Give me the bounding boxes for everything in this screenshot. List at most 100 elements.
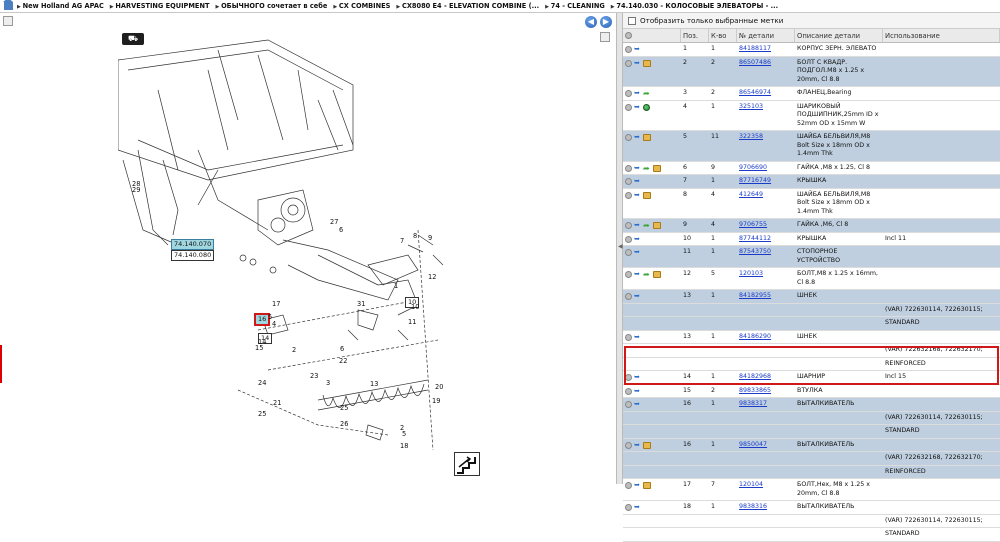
table-row[interactable]: ➥ 7 1 87716749 КРЫШКА	[623, 175, 1000, 189]
package-icon[interactable]	[653, 271, 661, 278]
table-row[interactable]: ➥ 4 1 325103 ШАРИКОВЫЙ ПОДШИПНИК,25mm ID x 5…	[623, 100, 1000, 131]
diagram-item-number[interactable]: 23	[310, 372, 318, 380]
add-to-cart-icon[interactable]: ➥	[634, 103, 641, 111]
diagram-item-number[interactable]: 10	[411, 303, 419, 311]
header-qty[interactable]: К-во	[709, 29, 737, 42]
diagram-item-number[interactable]: 8	[413, 232, 417, 240]
table-row[interactable]: ➥ ➦ 9 4 9706755 ГАЙКА ,M6, Cl 8	[623, 219, 1000, 233]
diagram-item-number[interactable]: 25	[258, 410, 266, 418]
collapse-icon[interactable]: ◀	[618, 243, 623, 250]
diagram-item-number[interactable]: 19	[432, 397, 440, 405]
info-icon[interactable]	[625, 293, 632, 300]
add-to-cart-icon[interactable]: ➥	[634, 178, 641, 185]
info-icon[interactable]	[625, 178, 632, 185]
package-icon[interactable]	[643, 59, 651, 67]
diagram-item-number[interactable]: 12	[428, 273, 436, 281]
info-icon[interactable]	[625, 191, 632, 199]
diagram-item-number[interactable]: 6	[339, 226, 343, 234]
add-to-cart-icon[interactable]: ➥	[634, 46, 641, 53]
info-icon[interactable]	[625, 271, 632, 278]
row-part-number[interactable]: 87744112	[737, 233, 795, 246]
row-part-number[interactable]: 9706690	[737, 162, 795, 175]
ref-callout[interactable]: 74.140.070	[171, 239, 215, 250]
add-to-cart-icon[interactable]: ➥	[634, 249, 641, 256]
table-row[interactable]: ➥ 13 1 84186290 ШНЕК	[623, 330, 1000, 344]
diagram-item-number[interactable]: 14	[258, 338, 266, 346]
diagram-item-number[interactable]: 2	[292, 346, 296, 354]
add-to-cart-icon[interactable]: ➥	[634, 387, 641, 395]
table-row[interactable]: ➥ 16 1 9850047 ВЫТАЛКИВАТЕЛЬ	[623, 438, 1000, 452]
package-icon[interactable]	[653, 164, 661, 172]
add-to-cart-icon[interactable]: ➥	[634, 401, 641, 408]
add-to-cart-icon[interactable]: ➥	[634, 59, 641, 67]
row-part-number[interactable]: 325103	[737, 101, 795, 131]
diagram-item-number[interactable]: 22	[339, 357, 347, 365]
row-part-number[interactable]: 84182955	[737, 290, 795, 303]
header-usage[interactable]: Использование	[883, 29, 1000, 42]
diagram-item-number[interactable]: 21	[273, 399, 281, 407]
breadcrumb-item[interactable]: New Holland AG APAC	[17, 2, 104, 10]
add-to-cart-icon[interactable]: ➥	[634, 441, 641, 449]
header-desc[interactable]: Описание детали	[795, 29, 883, 42]
diagram-item-number[interactable]: 26	[340, 420, 348, 428]
replacement-icon[interactable]: ➦	[643, 90, 651, 98]
table-row[interactable]: ➥ 2 2 86507486 БОЛТ С КВАДР. ПОДГОЛ.М8 x 1.2…	[623, 56, 1000, 87]
add-to-cart-icon[interactable]: ➥	[634, 271, 641, 278]
exploded-diagram[interactable]	[118, 30, 458, 470]
info-icon[interactable]	[625, 164, 632, 172]
add-to-cart-icon[interactable]: ➥	[634, 482, 641, 489]
diagram-item-number[interactable]: 18	[400, 442, 408, 450]
diagram-item-number[interactable]: 20	[435, 383, 443, 391]
diagram-item-number[interactable]: 29	[132, 186, 140, 194]
diagram-item-number[interactable]: 1	[394, 282, 398, 290]
breadcrumb-item[interactable]: CX COMBINES	[333, 2, 390, 10]
globe-icon[interactable]	[643, 103, 650, 111]
diagram-item-number[interactable]: 4	[272, 320, 276, 328]
row-part-number[interactable]: 84188117	[737, 43, 795, 56]
info-icon[interactable]	[625, 90, 632, 97]
table-row[interactable]: ➥ 8 4 412649 ШАЙБА БЕЛЬВИЛЯ,M8 Bolt Size x 1…	[623, 188, 1000, 219]
table-row[interactable]: ➥ ➦ 6 9 9706690 ГАЙКА ,M8 x 1.25, Cl 8	[623, 161, 1000, 175]
back-button[interactable]: ◀	[585, 16, 597, 28]
row-part-number[interactable]: 87716749	[737, 175, 795, 188]
add-to-cart-icon[interactable]: ➥	[634, 222, 641, 229]
add-to-cart-icon[interactable]: ➥	[634, 191, 641, 199]
table-row[interactable]: ➥ 17 7 120104 БОЛТ,Hex, M8 x 1.25 x 20mm, Cl…	[623, 479, 1000, 501]
table-row[interactable]: ➥ 1 1 84188117 КОРПУС ЗЕРН. ЭЛЕВАТО	[623, 43, 1000, 57]
info-icon[interactable]	[625, 504, 632, 511]
diagram-item-number[interactable]: 25	[340, 404, 348, 412]
header-pos[interactable]: Поз.	[681, 29, 709, 42]
table-row[interactable]: ➥ ➦ 12 5 120103 БОЛТ,M8 x 1.25 x 16mm, Cl 8.8	[623, 268, 1000, 290]
breadcrumb-item[interactable]: HARVESTING EQUIPMENT	[110, 2, 209, 10]
diagram-item-number[interactable]: 13	[370, 380, 378, 388]
row-part-number[interactable]: 120104	[737, 479, 795, 500]
table-row[interactable]: ➥ ➦ 3 2 86546974 ФЛАНЕЦ,Bearing	[623, 87, 1000, 101]
replacement-icon[interactable]: ➦	[643, 164, 651, 172]
forward-button[interactable]: ▶	[600, 16, 612, 28]
row-part-number[interactable]: 9850047	[737, 439, 795, 452]
info-icon[interactable]	[625, 482, 632, 489]
info-icon[interactable]	[625, 249, 632, 256]
add-to-cart-icon[interactable]: ➥	[634, 333, 641, 341]
add-to-cart-icon[interactable]: ➥	[634, 504, 641, 511]
zoom-icon[interactable]	[3, 16, 13, 26]
table-row[interactable]: ➥ 13 1 84182955 ШНЕК	[623, 290, 1000, 304]
replacement-icon[interactable]: ➦	[643, 222, 651, 230]
row-part-number[interactable]: 86507486	[737, 57, 795, 87]
info-icon[interactable]	[625, 46, 632, 53]
row-part-number[interactable]: 322358	[737, 131, 795, 161]
row-part-number[interactable]: 9838316	[737, 501, 795, 514]
info-icon[interactable]	[625, 333, 632, 341]
diagram-item-number[interactable]: 27	[330, 218, 338, 226]
info-icon[interactable]	[625, 441, 632, 449]
info-icon[interactable]	[625, 387, 632, 395]
info-icon[interactable]	[625, 401, 632, 408]
breadcrumb-item[interactable]: 74 - CLEANING	[545, 2, 605, 10]
diagram-item-number[interactable]: 24	[258, 379, 266, 387]
ref-callout[interactable]: 74.140.080	[171, 250, 215, 261]
add-to-cart-icon[interactable]: ➥	[634, 293, 641, 300]
fullscreen-icon[interactable]	[600, 32, 610, 42]
row-part-number[interactable]: 412649	[737, 189, 795, 219]
table-row[interactable]: ➥ 18 1 9838316 ВЫТАЛКИВАТЕЛЬ	[623, 501, 1000, 515]
row-part-number[interactable]: 9838317	[737, 398, 795, 411]
